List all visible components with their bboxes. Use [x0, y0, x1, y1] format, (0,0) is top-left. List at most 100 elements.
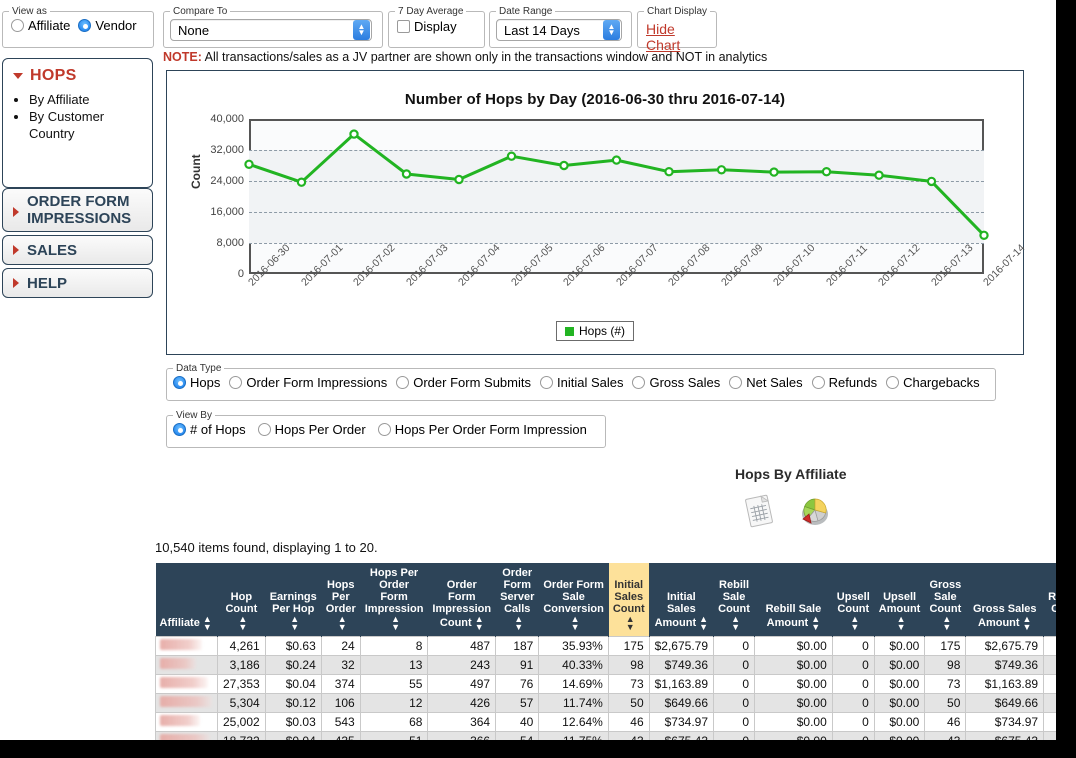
date-range-select[interactable]: Last 14 Days ▲▼: [496, 19, 622, 41]
cell-affiliate[interactable]: [156, 675, 218, 694]
cell-gross-sale-count: 175: [925, 637, 966, 656]
hide-chart-link[interactable]: Hide Chart: [646, 21, 708, 53]
sort-toggle-icon[interactable]: ▲▼: [514, 615, 523, 631]
sort-toggle-icon[interactable]: ▲▼: [850, 615, 859, 631]
column-header-order-form-sale-conversion[interactable]: Order Form Sale Conversion▲▼: [539, 563, 609, 637]
items-found-text: 10,540 items found, displaying 1 to 20.: [155, 540, 378, 555]
sort-toggle-icon[interactable]: ▲▼: [391, 615, 400, 631]
table-row[interactable]: 3,186$0.2432132439140.33%98$749.360$0.00…: [156, 656, 1076, 675]
date-range-value: Last 14 Days: [497, 23, 603, 38]
table-row[interactable]: 25,002$0.03543683644012.64%46$734.970$0.…: [156, 713, 1076, 732]
column-header-label: Rebill Sale Count: [718, 579, 750, 615]
column-header-gross-sale-count[interactable]: Gross Sale Count▲▼: [925, 563, 966, 637]
column-header-gross-sales-amount[interactable]: Gross Sales Amount▲▼: [966, 563, 1044, 637]
chevron-updown-icon[interactable]: ▲▼: [603, 20, 620, 40]
cell-initial-sales-count: 50: [608, 694, 649, 713]
column-header-order-form-impression-count[interactable]: Order Form Impression Count▲▼: [428, 563, 496, 637]
data-type-radio-4[interactable]: [632, 376, 645, 389]
chart-y-tick-label: 24,000: [210, 175, 244, 187]
cell-hop-count: 27,353: [218, 675, 266, 694]
column-header-label: Initial Sales Amount: [655, 591, 697, 629]
cell-hops-per-order-form-impression: 12: [360, 694, 428, 713]
data-type-radio-0[interactable]: [173, 376, 186, 389]
spreadsheet-export-icon[interactable]: [740, 492, 778, 533]
data-type-radio-6[interactable]: [812, 376, 825, 389]
view-by-radio-1[interactable]: [258, 423, 271, 436]
sidebar-panel-hops[interactable]: HOPS By Affiliate By Customer Country: [2, 58, 153, 188]
label-view-as-vendor: Vendor: [95, 18, 136, 33]
sidebar-item-sales[interactable]: SALES: [2, 235, 153, 265]
column-header-upsell-count[interactable]: Upsell Count▲▼: [832, 563, 874, 637]
sort-toggle-icon[interactable]: ▲▼: [290, 615, 299, 631]
cell-affiliate[interactable]: [156, 713, 218, 732]
table-row[interactable]: 5,304$0.12106124265711.74%50$649.660$0.0…: [156, 694, 1076, 713]
column-header-initial-sales-count[interactable]: Initial Sales Count▲▼: [608, 563, 649, 637]
cell-upsell-count: 0: [832, 713, 874, 732]
column-header-label: Hops Per Order: [326, 579, 356, 615]
column-header-rebill-sale-count[interactable]: Rebill Sale Count▲▼: [714, 563, 755, 637]
sidebar-item-by-customer-country[interactable]: By Customer Country: [29, 108, 152, 142]
column-header-hops-per-order-form-impression[interactable]: Hops Per Order Form Impression▲▼: [360, 563, 428, 637]
redacted-affiliate-name: [160, 639, 202, 650]
column-header-affiliate[interactable]: Affiliate▲▼: [156, 563, 218, 637]
sort-toggle-icon[interactable]: ▲▼: [338, 615, 347, 631]
checkbox-seven-day-display[interactable]: [397, 20, 410, 33]
cell-affiliate[interactable]: [156, 656, 218, 675]
data-type-label-6: Refunds: [829, 375, 877, 390]
cell-affiliate[interactable]: [156, 637, 218, 656]
column-header-rebill-sale-amount[interactable]: Rebill Sale Amount▲▼: [755, 563, 833, 637]
sort-toggle-icon[interactable]: ▲▼: [238, 615, 247, 631]
cell-affiliate[interactable]: [156, 694, 218, 713]
data-type-radio-7[interactable]: [886, 376, 899, 389]
triangle-right-icon: [13, 245, 19, 255]
triangle-right-icon: [13, 207, 19, 217]
sort-toggle-icon[interactable]: ▲▼: [731, 615, 740, 631]
column-header-hop-count[interactable]: Hop Count▲▼: [218, 563, 266, 637]
sort-toggle-icon[interactable]: ▲▼: [571, 615, 580, 631]
sort-toggle-icon[interactable]: ▲▼: [203, 615, 212, 631]
column-header-label: Upsell Amount: [879, 591, 921, 615]
legend-label-hops: Hops (#): [579, 324, 625, 338]
table-row[interactable]: 27,353$0.04374554977614.69%73$1,163.890$…: [156, 675, 1076, 694]
compare-to-fieldset: Compare To None ▲▼: [163, 6, 383, 48]
sort-toggle-icon[interactable]: ▲▼: [475, 615, 484, 631]
cell-upsell-amount: $0.00: [874, 713, 925, 732]
chevron-updown-icon[interactable]: ▲▼: [353, 20, 370, 40]
data-type-radio-2[interactable]: [396, 376, 409, 389]
chart-display-legend: Chart Display: [644, 6, 710, 17]
cell-rebill-sale-count: 0: [714, 637, 755, 656]
data-type-radio-3[interactable]: [540, 376, 553, 389]
column-header-earnings-per-hop[interactable]: Earnings Per Hop▲▼: [265, 563, 321, 637]
cell-gross-sale-count: 98: [925, 656, 966, 675]
compare-to-select[interactable]: None ▲▼: [170, 19, 372, 41]
view-by-radio-2[interactable]: [378, 423, 391, 436]
data-type-radio-1[interactable]: [229, 376, 242, 389]
sidebar-item-help[interactable]: HELP: [2, 268, 153, 298]
table-row[interactable]: 4,261$0.6324848718735.93%175$2,675.790$0…: [156, 637, 1076, 656]
column-header-upsell-amount[interactable]: Upsell Amount▲▼: [874, 563, 925, 637]
view-by-radio-0[interactable]: [173, 423, 186, 436]
pie-chart-icon[interactable]: [796, 492, 834, 533]
cell-gross-sales-amount: $749.36: [966, 656, 1044, 675]
chart-y-tick-label: 32,000: [210, 144, 244, 156]
cell-earnings-per-hop: $0.63: [265, 637, 321, 656]
sidebar-item-by-affiliate[interactable]: By Affiliate: [29, 91, 152, 108]
sidebar-hops-header[interactable]: HOPS: [3, 59, 152, 85]
sort-toggle-icon[interactable]: ▲▼: [897, 615, 906, 631]
cell-initial-sales-count: 46: [608, 713, 649, 732]
sidebar-item-order-form-impressions[interactable]: ORDER FORM IMPRESSIONS: [2, 188, 153, 232]
column-header-hops-per-order[interactable]: Hops Per Order▲▼: [321, 563, 360, 637]
analytics-page: View as Affiliate Vendor Compare To None…: [0, 0, 1076, 758]
radio-view-as-affiliate[interactable]: [11, 19, 24, 32]
sort-toggle-icon[interactable]: ▲▼: [942, 615, 951, 631]
sort-toggle-icon[interactable]: ▲▼: [811, 615, 820, 631]
sort-toggle-icon[interactable]: ▲▼: [626, 615, 635, 631]
cell-initial-sales-amount: $749.36: [649, 656, 713, 675]
column-header-initial-sales-amount[interactable]: Initial Sales Amount▲▼: [649, 563, 713, 637]
sort-toggle-icon[interactable]: ▲▼: [1023, 615, 1032, 631]
sort-toggle-icon[interactable]: ▲▼: [699, 615, 708, 631]
radio-view-as-vendor[interactable]: [78, 19, 91, 32]
column-header-order-form-server-calls[interactable]: Order Form Server Calls▲▼: [496, 563, 539, 637]
column-header-label: Hop Count: [225, 591, 257, 615]
data-type-radio-5[interactable]: [729, 376, 742, 389]
